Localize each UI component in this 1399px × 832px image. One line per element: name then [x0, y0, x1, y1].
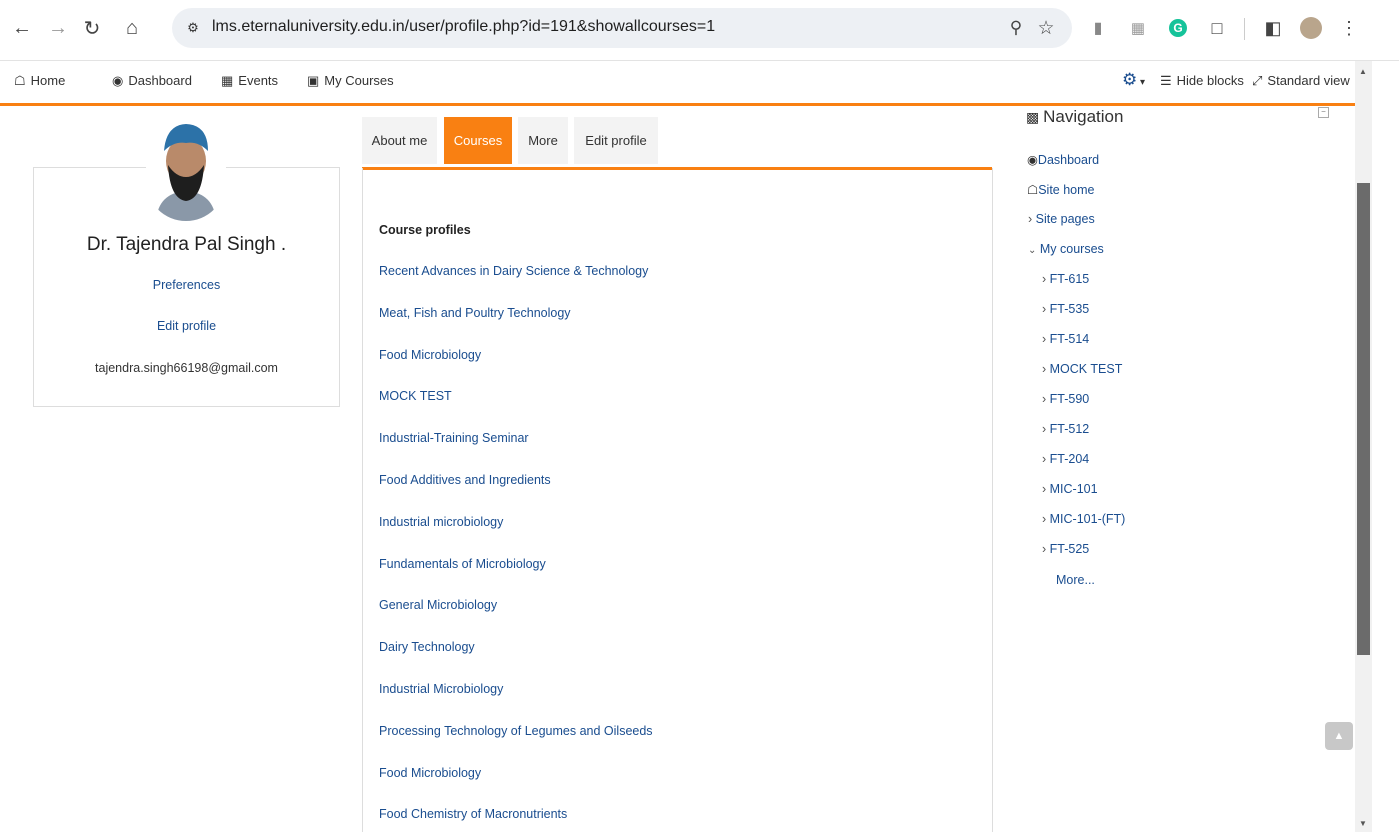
tab-courses[interactable]: Courses [444, 117, 512, 164]
reload-icon[interactable]: ↻ [78, 14, 106, 42]
edit-profile-link[interactable]: Edit profile [34, 319, 339, 333]
profile-avatar-icon[interactable] [1297, 14, 1325, 42]
nav-course-item[interactable]: › MIC-101-(FT) [1042, 512, 1125, 526]
hide-blocks-icon: ☰ [1160, 73, 1172, 88]
course-link[interactable]: Industrial-Training Seminar [379, 431, 529, 445]
profile-tabs: About me Courses More Edit profile [362, 117, 992, 170]
back-to-top-button[interactable]: ▲ [1325, 722, 1353, 750]
sitemap-icon: ▩ [1026, 109, 1044, 125]
expand-arrows-icon: ⤢ [1252, 73, 1263, 88]
course-link[interactable]: Processing Technology of Legumes and Oil… [379, 724, 653, 738]
course-link[interactable]: Food Microbiology [379, 348, 481, 362]
chevron-right-icon: › [1042, 332, 1050, 346]
course-link[interactable]: Meat, Fish and Poultry Technology [379, 306, 571, 320]
scroll-thumb[interactable] [1357, 183, 1370, 655]
dashboard-icon: ◉ [112, 73, 124, 88]
nav-course-item[interactable]: › MOCK TEST [1042, 362, 1122, 376]
chevron-right-icon: › [1042, 482, 1050, 496]
chevron-right-icon: › [1042, 422, 1050, 436]
calendar-icon: ▦ [221, 73, 234, 88]
nav-block-dashboard[interactable]: ◉Dashboard [1027, 152, 1099, 167]
nav-block-my-courses[interactable]: ⌄ My courses [1028, 242, 1104, 256]
nav-course-item[interactable]: › FT-590 [1042, 392, 1089, 406]
chevron-right-icon: › [1042, 512, 1050, 526]
browser-menu-icon[interactable]: ⋮ [1335, 14, 1363, 42]
back-arrow-icon[interactable]: ← [8, 14, 36, 42]
nav-course-item[interactable]: › FT-615 [1042, 272, 1089, 286]
browser-toolbar: ← → ↻ ⌂ ⚙ lms.eternaluniversity.edu.in/u… [0, 0, 1399, 61]
nav-course-item[interactable]: › FT-525 [1042, 542, 1089, 556]
course-link[interactable]: Recent Advances in Dairy Science & Techn… [379, 264, 648, 278]
nav-dashboard[interactable]: ◉ Dashboard [112, 73, 192, 89]
nav-block-site-home[interactable]: ☖Site home [1027, 182, 1095, 197]
nav-block-site-pages[interactable]: › Site pages [1028, 212, 1095, 226]
scroll-down-icon[interactable]: ▼ [1359, 819, 1367, 828]
chevron-right-icon: › [1028, 212, 1036, 226]
side-panel-icon[interactable]: ◧ [1259, 14, 1287, 42]
tab-about-me[interactable]: About me [362, 117, 437, 164]
navigation-title: ▩ Navigation [1026, 107, 1124, 126]
url-text[interactable]: lms.eternaluniversity.edu.in/user/profil… [212, 18, 715, 36]
hide-blocks-button[interactable]: ☰ Hide blocks [1160, 73, 1244, 89]
course-link[interactable]: Food Microbiology [379, 766, 481, 780]
nav-my-courses[interactable]: ▣ My Courses [307, 73, 394, 89]
course-link[interactable]: Food Chemistry of Macronutrients [379, 807, 567, 821]
course-link[interactable]: Fundamentals of Microbiology [379, 557, 546, 571]
extension-doc-icon[interactable]: ▦ [1124, 14, 1152, 42]
forward-arrow-icon[interactable]: → [44, 14, 72, 42]
course-link[interactable]: Industrial microbiology [379, 515, 503, 529]
toolbar-divider [1244, 18, 1245, 40]
grammarly-icon[interactable]: G [1164, 14, 1192, 42]
courses-panel: Course profiles Recent Advances in Dairy… [362, 168, 993, 832]
collapse-block-icon[interactable]: − [1318, 107, 1329, 118]
chevron-right-icon: › [1042, 392, 1050, 406]
nav-more-link[interactable]: More... [1056, 573, 1095, 587]
chevron-right-icon: › [1042, 542, 1050, 556]
home-icon: ☖ [14, 73, 26, 88]
zoom-icon[interactable]: ⚲ [1002, 14, 1030, 42]
chevron-right-icon: › [1042, 302, 1050, 316]
profile-name: Dr. Tajendra Pal Singh . [86, 234, 287, 255]
nav-events[interactable]: ▦ Events [221, 73, 278, 89]
course-link[interactable]: General Microbiology [379, 598, 497, 612]
chevron-right-icon: › [1042, 452, 1050, 466]
nav-course-item[interactable]: › FT-514 [1042, 332, 1089, 346]
course-link[interactable]: Industrial Microbiology [379, 682, 503, 696]
site-info-icon[interactable]: ⚙ [182, 17, 204, 39]
nav-home[interactable]: ☖ Home [14, 73, 65, 89]
scroll-up-icon[interactable]: ▲ [1359, 67, 1367, 76]
extension-shield-icon[interactable]: ▮ [1084, 14, 1112, 42]
chevron-up-icon: ▲ [1333, 730, 1345, 742]
chevron-down-icon: ⌄ [1028, 245, 1037, 256]
site-navbar: ☖ Home ◉ Dashboard ▦ Events ▣ My Courses ⚙ ▾… [0, 61, 1355, 106]
address-bar[interactable]: ⚙ lms.eternaluniversity.edu.in/user/prof… [172, 8, 1072, 48]
standard-view-button[interactable]: ⤢ Standard view [1252, 73, 1350, 89]
bookmark-star-icon[interactable]: ☆ [1032, 14, 1060, 42]
home-icon: ☖ [1027, 183, 1039, 197]
navigation-block: ▩ Navigation − ◉Dashboard ☖Site home › S… [1015, 103, 1345, 603]
chevron-right-icon: › [1042, 362, 1050, 376]
nav-course-item[interactable]: › MIC-101 [1042, 482, 1098, 496]
nav-course-item[interactable]: › FT-204 [1042, 452, 1089, 466]
dashboard-icon: ◉ [1027, 153, 1038, 167]
course-profiles-heading: Course profiles [379, 223, 471, 237]
nav-course-item[interactable]: › FT-512 [1042, 422, 1089, 436]
chevron-right-icon: › [1042, 272, 1050, 286]
course-link[interactable]: Food Additives and Ingredients [379, 473, 551, 487]
course-link[interactable]: Dairy Technology [379, 640, 475, 654]
course-link[interactable]: MOCK TEST [379, 389, 452, 403]
preferences-link[interactable]: Preferences [34, 278, 339, 292]
tab-more[interactable]: More [518, 117, 568, 164]
settings-gear-icon[interactable]: ⚙ ▾ [1122, 70, 1145, 90]
home-browser-icon[interactable]: ⌂ [118, 14, 146, 42]
nav-course-item[interactable]: › FT-535 [1042, 302, 1089, 316]
tab-edit-profile[interactable]: Edit profile [574, 117, 658, 164]
profile-email: tajendra.singh66198@gmail.com [95, 361, 278, 375]
avatar [146, 121, 226, 221]
page-scrollbar[interactable]: ▲ ▼ [1355, 61, 1372, 832]
briefcase-icon: ▣ [307, 73, 320, 88]
extensions-puzzle-icon[interactable]: □ [1203, 14, 1231, 42]
